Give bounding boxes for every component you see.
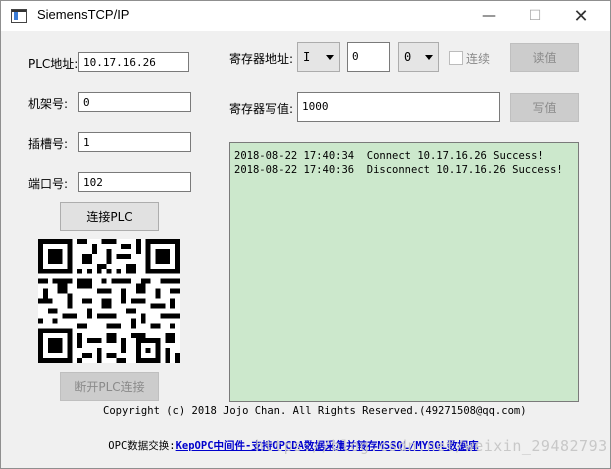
main-window: SiemensTCP/IP — ☐ ✕ PLC地址: 10.17.16.26 机…: [0, 0, 611, 469]
minimize-button[interactable]: —: [466, 1, 512, 31]
log-output[interactable]: 2018-08-22 17:40:34 Connect 10.17.16.26 …: [229, 142, 579, 402]
chevron-down-icon: [326, 55, 334, 60]
register-offset-input[interactable]: 0: [347, 42, 390, 72]
log-line: 2018-08-22 17:40:36 Disconnect 10.17.16.…: [234, 164, 563, 176]
copyright-text: Copyright (c) 2018 Jojo Chan. All Rights…: [103, 405, 527, 417]
window-app-icon: [11, 9, 27, 23]
continuous-label: 连续: [466, 52, 491, 66]
watermark-text: https://blog.csdn.net/weixin_29482793: [255, 437, 608, 455]
register-area-value: I: [303, 50, 311, 64]
plc-address-input[interactable]: 10.17.16.26: [78, 52, 189, 72]
connect-plc-button[interactable]: 连接PLC: [60, 202, 159, 231]
read-value-button[interactable]: 读值: [510, 43, 579, 72]
plc-address-label: PLC地址:: [28, 57, 79, 71]
port-label: 端口号:: [28, 177, 69, 191]
register-bit-select[interactable]: 0: [398, 42, 439, 72]
rack-input[interactable]: 0: [78, 92, 191, 112]
register-write-label: 寄存器写值:: [229, 102, 294, 116]
register-write-input[interactable]: 1000: [297, 92, 500, 122]
qr-code-icon: [38, 239, 180, 363]
opc-label: OPC数据交换:: [108, 440, 176, 452]
window-title: SiemensTCP/IP: [37, 7, 130, 22]
register-area-select[interactable]: I: [297, 42, 340, 72]
chevron-down-icon: [425, 55, 433, 60]
slot-input[interactable]: 1: [78, 132, 191, 152]
maximize-button[interactable]: ☐: [512, 1, 558, 31]
log-line: 2018-08-22 17:40:34 Connect 10.17.16.26 …: [234, 150, 544, 162]
register-address-label: 寄存器地址:: [229, 52, 294, 66]
port-input[interactable]: 102: [78, 172, 191, 192]
rack-label: 机架号:: [28, 97, 69, 111]
disconnect-plc-button[interactable]: 断开PLC连接: [60, 372, 159, 401]
slot-label: 插槽号:: [28, 137, 69, 151]
write-value-button[interactable]: 写值: [510, 93, 579, 122]
close-button[interactable]: ✕: [558, 1, 604, 31]
title-bar: SiemensTCP/IP — ☐ ✕: [1, 1, 610, 31]
register-bit-value: 0: [404, 50, 412, 64]
continuous-checkbox[interactable]: [449, 51, 463, 65]
